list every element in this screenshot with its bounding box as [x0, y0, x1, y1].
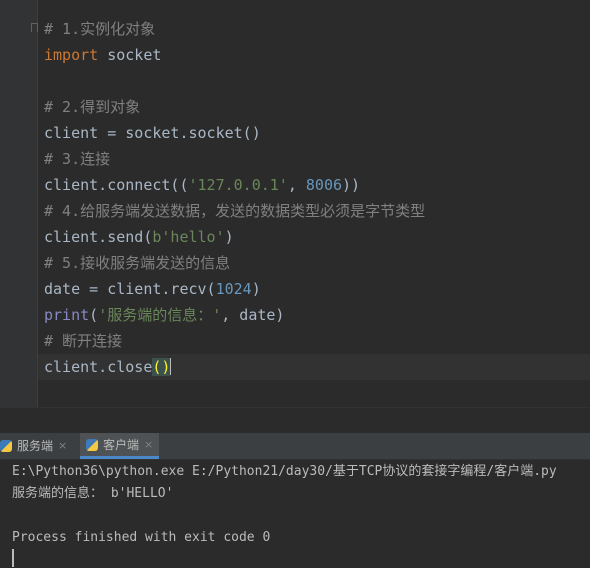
code-token: b'hello': [152, 228, 225, 246]
code-line[interactable]: # 3.连接: [44, 146, 110, 172]
code-token: '127.0.0.1': [188, 176, 288, 194]
code-line[interactable]: # 2.得到对象: [44, 94, 140, 120]
fold-icon[interactable]: [31, 23, 38, 32]
code-token: 1024: [215, 280, 252, 298]
code-token: # 2.得到对象: [44, 98, 141, 116]
code-token: , date): [221, 306, 285, 324]
code-token: 8006: [305, 176, 343, 194]
console-line-command: E:\Python36\python.exe E:/Python21/day30…: [12, 464, 557, 479]
code-line[interactable]: client.close(): [44, 354, 172, 380]
editor-gutter: [0, 0, 38, 407]
tab-label: 服务端: [17, 439, 54, 453]
code-token: client = socket.socket(): [44, 124, 261, 142]
tab-label: 客户端: [103, 437, 140, 452]
code-token: print: [44, 306, 90, 324]
panel-divider[interactable]: [0, 407, 590, 434]
tab-client[interactable]: 客户端 ×: [80, 432, 160, 459]
python-icon: [86, 438, 98, 451]
close-icon[interactable]: ×: [58, 433, 67, 459]
code-line[interactable]: client.send(b'hello'): [44, 224, 234, 250]
code-token: client.close: [44, 358, 153, 376]
code-token: # 断开连接: [44, 332, 123, 350]
code-token: # 3.连接: [44, 150, 111, 168]
code-line[interactable]: # 1.实例化对象: [44, 16, 155, 42]
code-token: # 5.接收服务端发送的信息: [44, 254, 231, 272]
code-token: '服务端的信息：': [98, 306, 222, 324]
run-console[interactable]: E:\Python36\python.exe E:/Python21/day30…: [0, 460, 590, 568]
code-line[interactable]: # 5.接收服务端发送的信息: [44, 250, 230, 276]
run-tool-window-tabs: 服务端 × 客户端 ×: [0, 433, 590, 460]
code-line[interactable]: import socket: [44, 42, 161, 68]
console-line-exit: Process finished with exit code 0: [12, 530, 271, 545]
code-line[interactable]: date = client.recv(1024): [44, 276, 261, 302]
code-token: client.send(: [44, 228, 153, 246]
code-token: ): [251, 280, 261, 298]
code-token: client.connect((: [44, 176, 189, 194]
python-icon: [0, 440, 12, 452]
code-line[interactable]: client.connect(('127.0.0.1', 8006)): [44, 172, 360, 198]
code-token: (: [89, 306, 99, 324]
console-line-output: 服务端的信息： b'HELLO': [12, 486, 174, 501]
close-icon[interactable]: ×: [144, 432, 153, 458]
code-token: # 4.给服务端发送数据，发送的数据类型必须是字节类型: [44, 202, 426, 220]
code-token: ): [224, 228, 234, 246]
code-line[interactable]: # 断开连接: [44, 328, 122, 354]
code-token: # 1.实例化对象: [44, 20, 156, 38]
code-token: ,: [287, 176, 306, 194]
tab-server[interactable]: 服务端 ×: [0, 433, 73, 459]
code-token: )): [342, 176, 361, 194]
code-editor[interactable]: # 1.实例化对象 import socket # 2.得到对象 client = s…: [0, 0, 590, 407]
code-line[interactable]: print('服务端的信息：', date): [44, 302, 284, 328]
code-token: socket: [98, 46, 162, 64]
code-line[interactable]: client = socket.socket(): [44, 120, 261, 146]
text-caret: [170, 358, 172, 375]
code-token: date = client.recv(: [44, 280, 216, 298]
code-line[interactable]: # 4.给服务端发送数据，发送的数据类型必须是字节类型: [44, 198, 425, 224]
console-caret: [12, 549, 14, 567]
code-token: (): [152, 358, 171, 376]
code-token: import: [44, 46, 99, 64]
